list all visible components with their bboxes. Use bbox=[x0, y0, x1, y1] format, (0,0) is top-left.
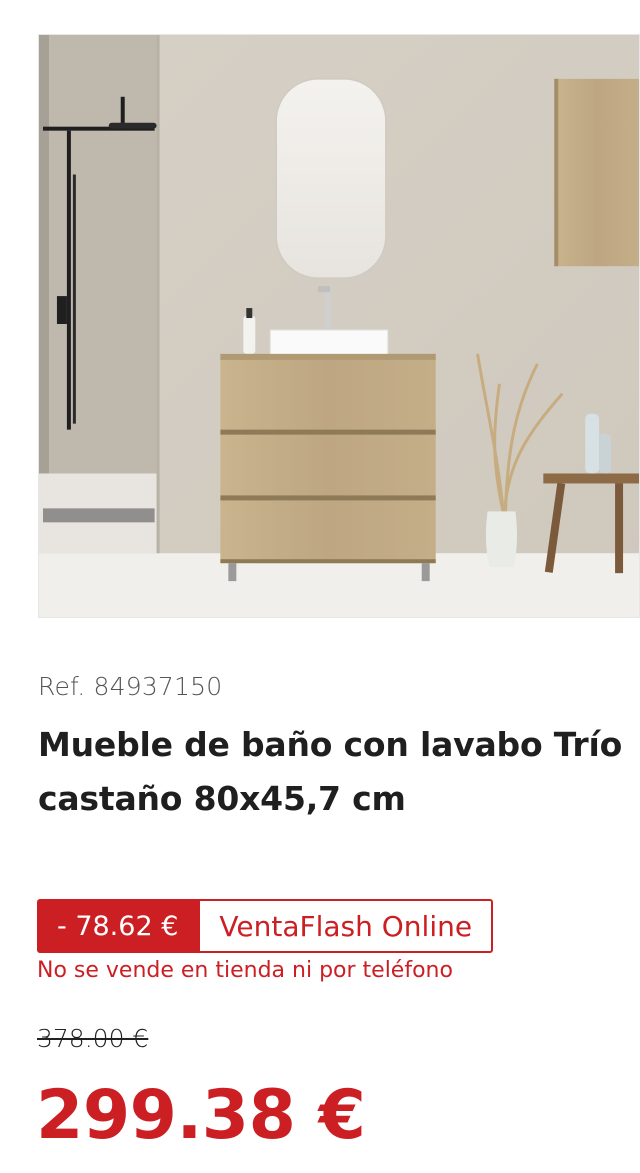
product-reference: Ref. 84937150 bbox=[38, 672, 223, 701]
product-image[interactable] bbox=[38, 34, 640, 618]
discount-badge: - 78.62 € bbox=[37, 899, 199, 953]
promotion-badges: - 78.62 € VentaFlash Online bbox=[37, 899, 494, 953]
availability-notice: No se vende en tienda ni por teléfono bbox=[37, 958, 453, 983]
product-title: Mueble de baño con lavabo Trío castaño 8… bbox=[38, 725, 623, 818]
venta-flash-badge: VentaFlash Online bbox=[198, 899, 494, 953]
old-price: 378.00 € bbox=[37, 1024, 149, 1053]
bathroom-furniture-photo bbox=[39, 35, 639, 617]
current-price: 299.38 € bbox=[36, 1076, 366, 1155]
